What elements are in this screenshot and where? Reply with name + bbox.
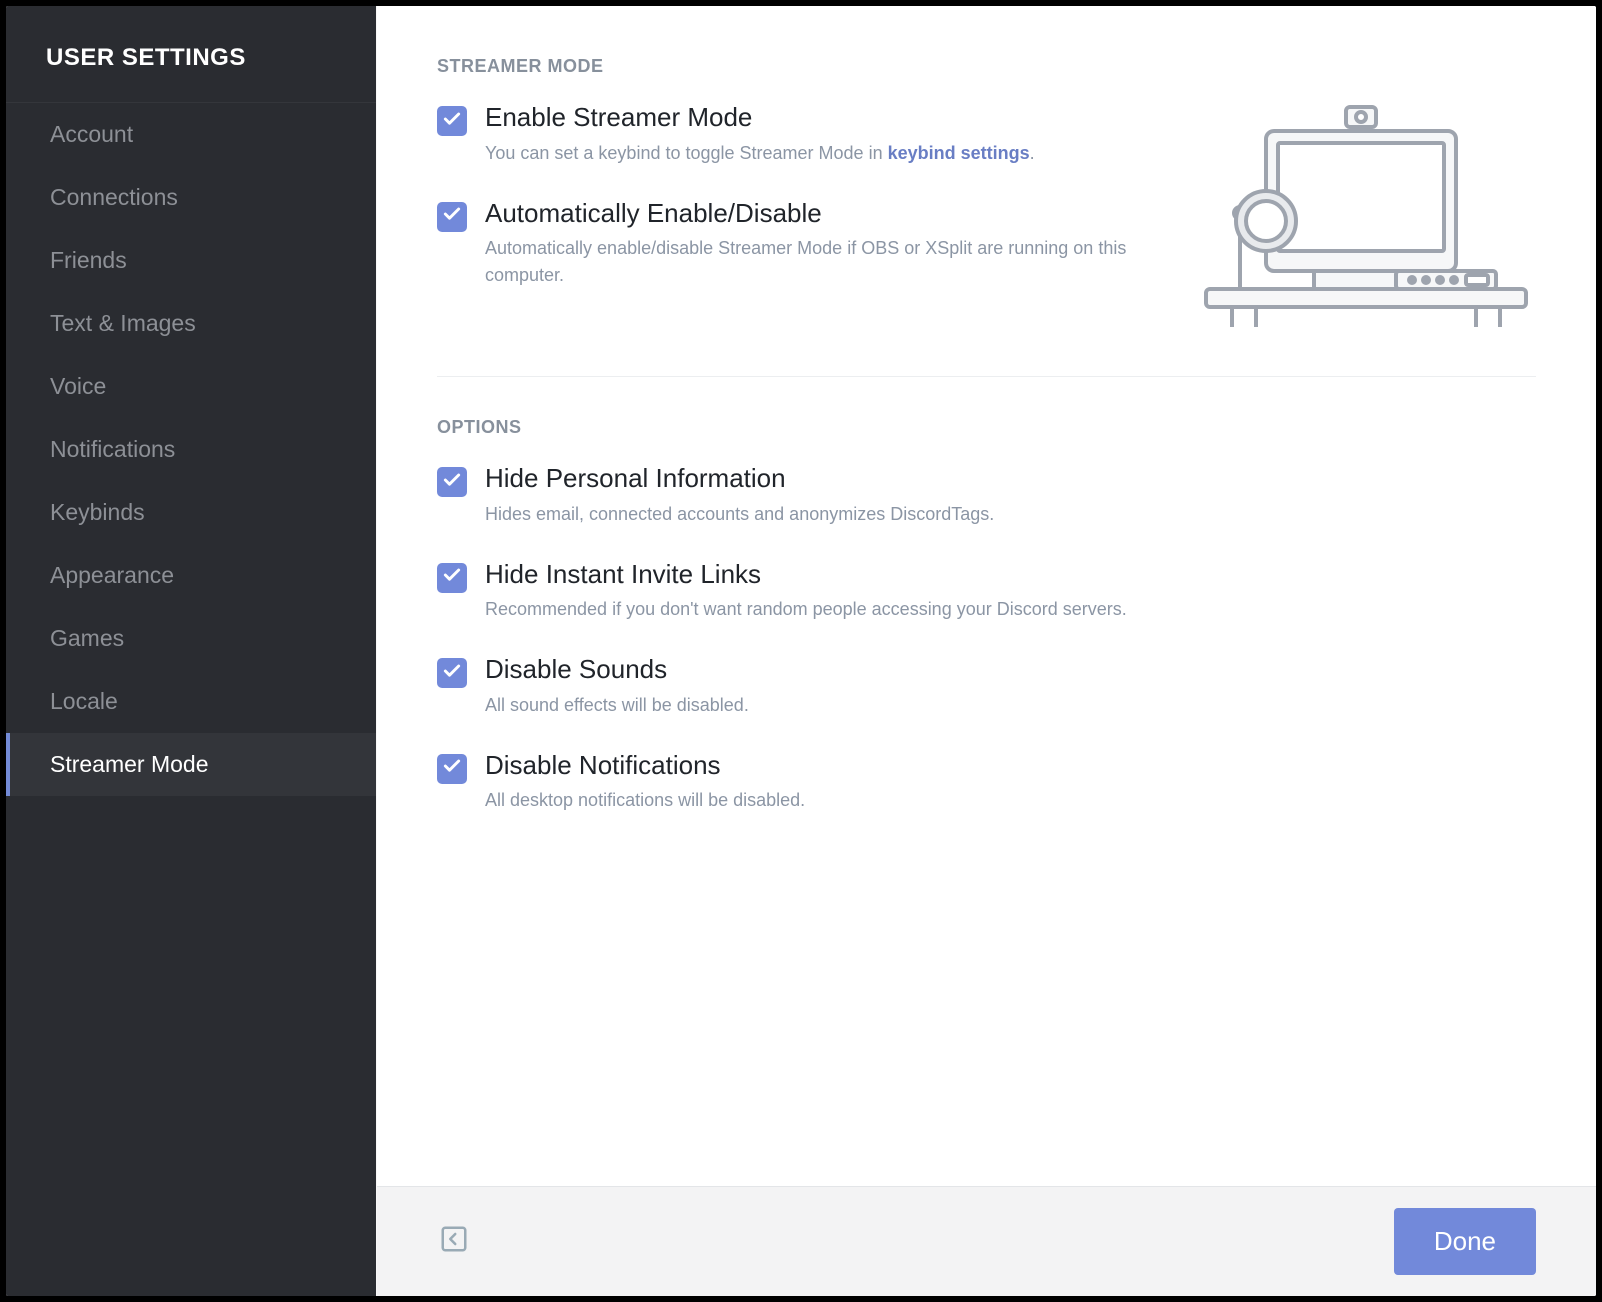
streamer-illustration xyxy=(1196,101,1536,336)
back-arrow-icon xyxy=(439,1224,469,1259)
sidebar-item-label: Connections xyxy=(50,184,178,210)
setting-desc: All desktop notifications will be disabl… xyxy=(485,787,1536,814)
setting-desc: Recommended if you don't want random peo… xyxy=(485,596,1536,623)
sidebar-item-appearance[interactable]: Appearance xyxy=(6,544,376,607)
sidebar-items: Account Connections Friends Text & Image… xyxy=(6,103,376,796)
setting-auto-enable-disable: Automatically Enable/Disable Automatical… xyxy=(437,197,1172,290)
setting-text: Hide Instant Invite Links Recommended if… xyxy=(485,558,1536,624)
setting-text: Automatically Enable/Disable Automatical… xyxy=(485,197,1172,290)
keybind-settings-link[interactable]: keybind settings xyxy=(888,143,1030,163)
sidebar-item-notifications[interactable]: Notifications xyxy=(6,418,376,481)
section-divider xyxy=(437,376,1536,377)
sidebar-item-streamer-mode[interactable]: Streamer Mode xyxy=(6,733,376,796)
sidebar-item-locale[interactable]: Locale xyxy=(6,670,376,733)
setting-disable-notifications: Disable Notifications All desktop notifi… xyxy=(437,749,1536,815)
sidebar-item-text-images[interactable]: Text & Images xyxy=(6,292,376,355)
setting-title: Enable Streamer Mode xyxy=(485,101,1172,134)
settings-window: USER SETTINGS Account Connections Friend… xyxy=(4,4,1598,1298)
check-icon xyxy=(442,204,462,229)
sidebar-item-label: Voice xyxy=(50,373,106,399)
setting-title: Automatically Enable/Disable xyxy=(485,197,1172,230)
check-icon xyxy=(442,661,462,686)
settings-content: STREAMER MODE Enable Streamer Mode xyxy=(377,6,1596,1186)
sidebar-item-label: Keybinds xyxy=(50,499,145,525)
setting-text: Hide Personal Information Hides email, c… xyxy=(485,462,1536,528)
setting-desc: Automatically enable/disable Streamer Mo… xyxy=(485,235,1172,289)
sidebar: USER SETTINGS Account Connections Friend… xyxy=(6,6,376,1296)
setting-title: Disable Sounds xyxy=(485,653,1536,686)
setting-desc: All sound effects will be disabled. xyxy=(485,692,1536,719)
setting-text: Disable Notifications All desktop notifi… xyxy=(485,749,1536,815)
setting-text: Disable Sounds All sound effects will be… xyxy=(485,653,1536,719)
sidebar-item-voice[interactable]: Voice xyxy=(6,355,376,418)
sidebar-item-label: Streamer Mode xyxy=(50,751,209,777)
sidebar-item-keybinds[interactable]: Keybinds xyxy=(6,481,376,544)
sidebar-item-account[interactable]: Account xyxy=(6,103,376,166)
sidebar-item-label: Locale xyxy=(50,688,118,714)
section-header-options: OPTIONS xyxy=(437,417,1536,438)
sidebar-item-connections[interactable]: Connections xyxy=(6,166,376,229)
sidebar-item-friends[interactable]: Friends xyxy=(6,229,376,292)
back-button[interactable] xyxy=(437,1225,471,1259)
hide-personal-info-checkbox[interactable] xyxy=(437,467,467,497)
setting-text: Enable Streamer Mode You can set a keybi… xyxy=(485,101,1172,167)
sidebar-item-label: Appearance xyxy=(50,562,174,588)
sidebar-title: USER SETTINGS xyxy=(6,6,376,103)
main-panel: STREAMER MODE Enable Streamer Mode xyxy=(376,6,1596,1296)
sidebar-item-label: Games xyxy=(50,625,124,651)
sidebar-item-games[interactable]: Games xyxy=(6,607,376,670)
sidebar-item-label: Account xyxy=(50,121,133,147)
setting-desc: Hides email, connected accounts and anon… xyxy=(485,501,1536,528)
desc-prefix: You can set a keybind to toggle Streamer… xyxy=(485,143,888,163)
sidebar-item-label: Friends xyxy=(50,247,127,273)
setting-disable-sounds: Disable Sounds All sound effects will be… xyxy=(437,653,1536,719)
setting-hide-invite-links: Hide Instant Invite Links Recommended if… xyxy=(437,558,1536,624)
sidebar-item-label: Text & Images xyxy=(50,310,196,336)
setting-title: Disable Notifications xyxy=(485,749,1536,782)
streamer-mode-hero-settings: Enable Streamer Mode You can set a keybi… xyxy=(437,101,1172,319)
disable-notifications-checkbox[interactable] xyxy=(437,754,467,784)
check-icon xyxy=(442,565,462,590)
streamer-mode-hero-row: Enable Streamer Mode You can set a keybi… xyxy=(437,101,1536,336)
setting-hide-personal-info: Hide Personal Information Hides email, c… xyxy=(437,462,1536,528)
check-icon xyxy=(442,470,462,495)
sidebar-item-label: Notifications xyxy=(50,436,175,462)
desc-suffix: . xyxy=(1030,143,1035,163)
check-icon xyxy=(442,756,462,781)
setting-desc: You can set a keybind to toggle Streamer… xyxy=(485,140,1172,167)
setting-enable-streamer-mode: Enable Streamer Mode You can set a keybi… xyxy=(437,101,1172,167)
auto-enable-disable-checkbox[interactable] xyxy=(437,202,467,232)
hide-invite-links-checkbox[interactable] xyxy=(437,563,467,593)
done-button[interactable]: Done xyxy=(1394,1208,1536,1275)
disable-sounds-checkbox[interactable] xyxy=(437,658,467,688)
check-icon xyxy=(442,109,462,134)
enable-streamer-mode-checkbox[interactable] xyxy=(437,106,467,136)
setting-title: Hide Personal Information xyxy=(485,462,1536,495)
setting-title: Hide Instant Invite Links xyxy=(485,558,1536,591)
section-header-streamer-mode: STREAMER MODE xyxy=(437,56,1536,77)
footer-bar: Done xyxy=(377,1186,1596,1296)
monitor-webcam-icon xyxy=(1196,101,1536,331)
done-button-label: Done xyxy=(1434,1226,1496,1256)
